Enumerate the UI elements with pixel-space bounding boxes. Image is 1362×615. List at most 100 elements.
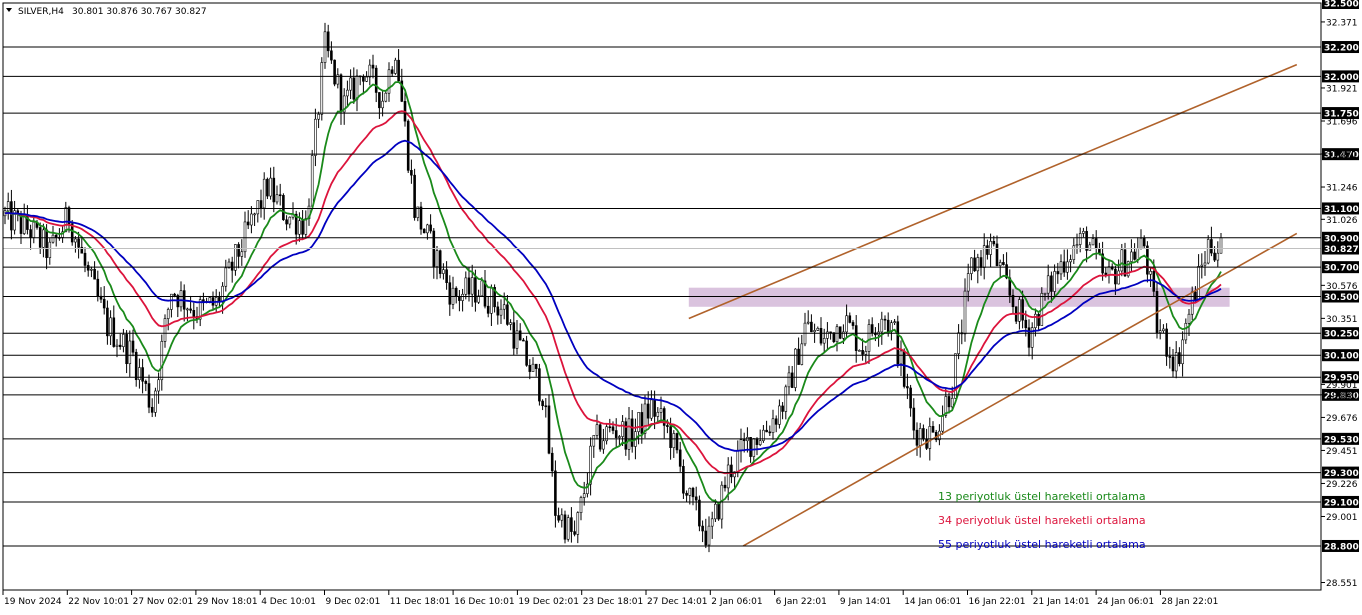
y-tick-label: 31.471	[1326, 151, 1358, 161]
y-tick-label: 30.351	[1326, 315, 1358, 325]
candle-body	[726, 464, 730, 489]
candle-body	[243, 221, 247, 253]
candle-body	[224, 267, 228, 287]
candle-body	[547, 405, 551, 454]
candle-body	[1194, 291, 1197, 300]
candle-body	[864, 351, 868, 355]
candle-body	[646, 403, 650, 419]
candle-body	[163, 318, 167, 342]
candle-body	[112, 317, 116, 347]
candle-body	[570, 517, 573, 532]
candle-body	[851, 322, 855, 326]
x-tick-label: 16 Dec 10:01	[454, 597, 515, 607]
level-label: 30.827	[1324, 245, 1359, 255]
candle-body	[774, 418, 778, 425]
candle-body	[10, 201, 13, 231]
candle-body	[429, 224, 432, 232]
candle-body	[32, 221, 36, 238]
candle-body	[413, 174, 416, 218]
candle-body	[1130, 251, 1133, 262]
candle-body	[710, 518, 714, 527]
candle-body	[538, 368, 541, 402]
candle-body	[813, 330, 816, 333]
candle-body	[419, 206, 423, 230]
candle-body	[160, 341, 164, 381]
x-tick-label: 9 Jan 14:01	[840, 597, 891, 607]
candle-body	[1085, 231, 1088, 251]
symbol-label: SILVER,H4	[18, 7, 64, 17]
candle-body	[784, 386, 788, 412]
candle-body	[640, 412, 644, 434]
candle-body	[970, 257, 973, 274]
candle-body	[365, 76, 368, 82]
y-tick-label: 29.451	[1326, 447, 1358, 457]
candle-body	[326, 31, 330, 52]
y-tick-label: 28.551	[1326, 579, 1358, 589]
candle-body	[717, 503, 720, 520]
candle-body	[618, 436, 621, 438]
resistance-zone	[688, 287, 1230, 307]
candle-body	[870, 324, 874, 334]
y-tick-label: 30.576	[1326, 282, 1358, 292]
candle-body	[566, 517, 570, 540]
candle-body	[1082, 231, 1085, 234]
candle-body	[918, 428, 922, 446]
candle-body	[598, 424, 602, 450]
candle-body	[275, 194, 279, 203]
candle-body	[723, 484, 727, 489]
candle-body	[698, 499, 701, 527]
y-tick-label: 31.696	[1326, 117, 1358, 127]
candle-body	[147, 383, 151, 408]
candle-body	[800, 343, 804, 365]
candle-body	[688, 487, 692, 496]
candle-body	[48, 241, 52, 258]
candle-body	[269, 177, 272, 197]
candle-body	[1002, 262, 1005, 265]
candle-body	[906, 386, 909, 389]
candle-body	[355, 75, 359, 100]
candle-body	[496, 306, 500, 316]
candle-body	[237, 244, 240, 257]
x-tick-label: 14 Jan 06:01	[904, 597, 961, 607]
candle-body	[464, 277, 468, 295]
candle-body	[560, 514, 564, 521]
candle-body	[1206, 239, 1210, 264]
candle-body	[963, 290, 967, 335]
candle-body	[672, 433, 676, 448]
candle-body	[502, 304, 506, 310]
y-tick-label: 31.921	[1326, 84, 1358, 94]
candle-body	[1114, 268, 1117, 285]
candle-body	[435, 250, 439, 267]
candle-body	[1210, 239, 1213, 254]
candle-body	[986, 245, 989, 255]
candle-body	[410, 170, 413, 176]
candle-body	[86, 265, 90, 271]
candle-body	[461, 293, 464, 301]
candle-body	[1139, 237, 1143, 249]
candle-body	[816, 327, 820, 331]
candle-body	[1094, 238, 1098, 249]
candle-body	[102, 298, 106, 309]
candle-body	[106, 307, 109, 337]
level-label: 32.000	[1324, 73, 1359, 83]
candle-body	[1203, 262, 1207, 266]
candle-body	[1171, 356, 1175, 372]
candle-body	[848, 315, 852, 323]
candle-body	[704, 530, 708, 546]
candle-body	[83, 252, 87, 266]
x-tick-label: 19 Nov 2024	[4, 597, 62, 607]
candle-body	[406, 120, 410, 171]
candle-body	[384, 92, 388, 102]
candle-body	[989, 240, 992, 255]
candle-body	[742, 439, 746, 442]
candle-body	[54, 234, 58, 238]
candle-body	[995, 243, 999, 266]
candle-body	[1197, 266, 1200, 300]
candle-body	[736, 450, 740, 473]
candle-body	[230, 261, 234, 271]
candle-body	[317, 113, 320, 120]
candle-body	[298, 220, 301, 235]
candle-body	[928, 426, 932, 449]
candle-body	[941, 415, 944, 432]
candle-body	[128, 340, 132, 365]
